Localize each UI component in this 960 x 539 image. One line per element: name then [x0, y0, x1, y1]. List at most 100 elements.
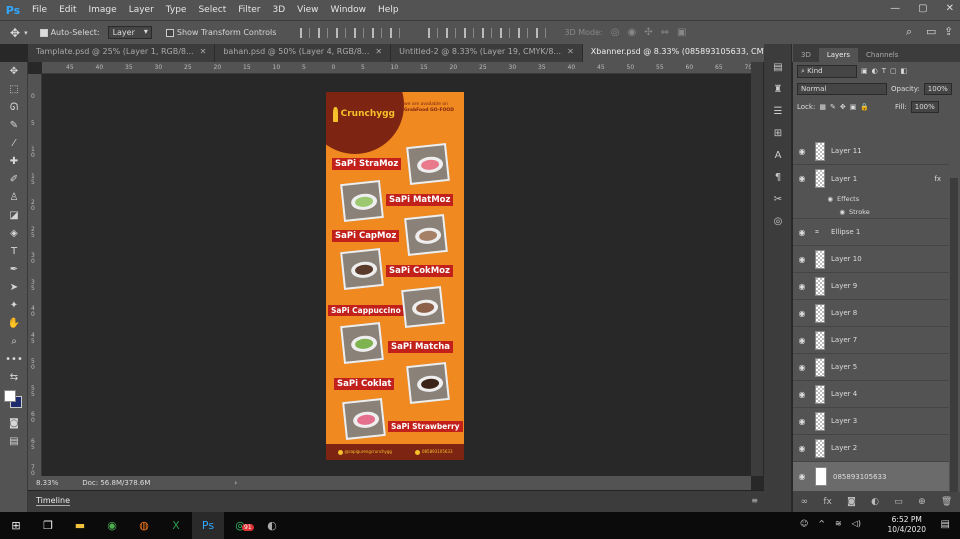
- tab-channels[interactable]: Channels: [858, 48, 906, 62]
- align-vcenter-icon[interactable]: [318, 27, 329, 38]
- filter-shape-icon[interactable]: ▢: [890, 67, 897, 75]
- layer-row[interactable]: ◉ Layer 9: [793, 273, 949, 300]
- opacity-field[interactable]: 100%: [923, 83, 952, 95]
- windows-start-icon[interactable]: ⊞: [0, 512, 32, 539]
- layer-row[interactable]: ◉ Layer 8: [793, 300, 949, 327]
- excel-icon[interactable]: X: [160, 512, 192, 539]
- menu-help[interactable]: Help: [372, 5, 405, 15]
- firefox-icon[interactable]: ◍: [128, 512, 160, 539]
- transform-checkbox[interactable]: [165, 28, 177, 37]
- visibility-eye-icon[interactable]: ◉: [793, 417, 811, 426]
- tab-3d[interactable]: 3D: [793, 48, 819, 62]
- layer-row[interactable]: ◉ Layer 5: [793, 354, 949, 381]
- distribute-left-icon[interactable]: [482, 27, 493, 38]
- pen-tool-icon[interactable]: ✒: [0, 260, 28, 278]
- menu-file[interactable]: File: [26, 5, 53, 15]
- kind-filter[interactable]: ⌕ Kind: [797, 64, 857, 78]
- 3d-pan-icon[interactable]: ✣: [644, 27, 652, 38]
- tab-bahan[interactable]: bahan.psd @ 50% (Layer 4, RGB/8... ✕: [215, 44, 392, 62]
- visibility-eye-icon[interactable]: ◉: [793, 309, 811, 318]
- lock-all-icon[interactable]: 🔒: [860, 103, 869, 111]
- status-arrow-icon[interactable]: ›: [234, 479, 237, 487]
- menu-layer[interactable]: Layer: [123, 5, 160, 15]
- close-tab-icon[interactable]: ✕: [200, 47, 207, 59]
- layer-row[interactable]: ◉ Layer 10: [793, 246, 949, 273]
- adjustment-layer-icon[interactable]: ◐: [871, 497, 879, 507]
- layer-row-selected[interactable]: ◉ 085893105633: [793, 462, 949, 492]
- menu-edit[interactable]: Edit: [53, 5, 82, 15]
- menu-window[interactable]: Window: [325, 5, 373, 15]
- auto-align-icon[interactable]: [536, 27, 547, 38]
- xbanner-artwork[interactable]: Crunchygg we are available on GrabFood G…: [326, 92, 464, 460]
- blend-mode-dropdown[interactable]: Normal: [797, 83, 887, 95]
- tab-tamplate[interactable]: Tamplate.psd @ 25% (Layer 1, RGB/8... ✕: [28, 44, 216, 62]
- action-center-icon[interactable]: ▤: [941, 519, 950, 530]
- add-style-icon[interactable]: fx: [823, 497, 832, 507]
- clone-stamp-tool-icon[interactable]: ♙: [0, 188, 28, 206]
- maximize-icon[interactable]: ▢: [918, 3, 927, 14]
- brush-tool-icon[interactable]: ✐: [0, 170, 28, 188]
- quick-mask-icon[interactable]: ◙: [0, 414, 28, 432]
- panel-menu-icon[interactable]: ≡: [751, 496, 758, 505]
- tab-layers[interactable]: Layers: [818, 48, 859, 62]
- auto-select-dropdown[interactable]: Layer: [107, 26, 152, 39]
- photoshop-taskbar-icon[interactable]: Ps: [192, 512, 224, 539]
- distribute-vcenter-icon[interactable]: [446, 27, 457, 38]
- lasso-tool-icon[interactable]: ᘏ: [0, 98, 28, 116]
- volume-icon[interactable]: ◁): [852, 519, 861, 528]
- filter-smart-icon[interactable]: ◧: [901, 67, 908, 75]
- new-group-icon[interactable]: ▭: [894, 497, 903, 507]
- visibility-eye-icon[interactable]: ◉: [793, 255, 811, 264]
- close-tab-icon[interactable]: ✕: [375, 47, 382, 59]
- menu-3d[interactable]: 3D: [267, 5, 292, 15]
- delete-layer-icon[interactable]: 🗑: [941, 497, 952, 507]
- brush-settings-icon[interactable]: ♜: [764, 78, 792, 100]
- foreground-color-swatch[interactable]: [4, 390, 16, 402]
- add-mask-icon[interactable]: ◙: [847, 497, 856, 507]
- filter-type-icon[interactable]: T: [882, 67, 886, 75]
- close-icon[interactable]: ✕: [946, 3, 954, 14]
- layer-row[interactable]: ◉ Layer 1 fx: [793, 165, 949, 192]
- workspace-icon[interactable]: ▭: [926, 25, 936, 38]
- distribute-right-icon[interactable]: [518, 27, 529, 38]
- layer-row[interactable]: ◉ Layer 4: [793, 381, 949, 408]
- layer-row[interactable]: ◉ ⌗ Ellipse 1: [793, 219, 949, 246]
- adjustments-icon[interactable]: ☰: [764, 100, 792, 122]
- eyedropper-tool-icon[interactable]: ⁄: [0, 134, 28, 152]
- distribute-top-icon[interactable]: [428, 27, 439, 38]
- people-icon[interactable]: ☺: [800, 519, 808, 528]
- shape-tool-icon[interactable]: ✦: [0, 296, 28, 314]
- menu-view[interactable]: View: [291, 5, 324, 15]
- stroke-effect-row[interactable]: ◉ Stroke: [793, 205, 949, 219]
- chrome-icon[interactable]: ◉: [96, 512, 128, 539]
- move-tool-icon[interactable]: ✥: [0, 62, 28, 80]
- link-layers-icon[interactable]: ∞: [801, 497, 809, 507]
- lock-position-icon[interactable]: ✥: [840, 103, 846, 111]
- visibility-eye-icon[interactable]: ◉: [793, 444, 811, 453]
- tray-chevron-icon[interactable]: ^: [818, 519, 825, 528]
- visibility-eye-icon[interactable]: ◉: [793, 282, 811, 291]
- lock-artboard-icon[interactable]: ▣: [850, 103, 857, 111]
- zoom-level[interactable]: 8.33%: [36, 479, 58, 487]
- visibility-eye-icon[interactable]: ◉: [793, 363, 811, 372]
- system-clock[interactable]: 6:52 PM 10/4/2020: [888, 515, 926, 535]
- visibility-eye-icon[interactable]: ◉: [793, 472, 811, 481]
- align-left-icon[interactable]: [354, 27, 365, 38]
- move-tool-icon[interactable]: ✥: [10, 26, 20, 40]
- hand-tool-icon[interactable]: ✋: [0, 314, 28, 332]
- 3d-slide-icon[interactable]: ⇔: [661, 27, 669, 38]
- tool-preset-chevron-icon[interactable]: ▾: [24, 29, 28, 37]
- layers-scrollbar[interactable]: [950, 178, 958, 496]
- visibility-eye-icon[interactable]: ◉: [793, 195, 833, 203]
- distribute-hcenter-icon[interactable]: [500, 27, 511, 38]
- zoom-tool-icon[interactable]: ⌕: [0, 332, 28, 350]
- properties-icon[interactable]: ⊞: [764, 122, 792, 144]
- 3d-roll-icon[interactable]: ◉: [627, 27, 636, 38]
- close-tab-icon[interactable]: ✕: [567, 47, 574, 59]
- visibility-eye-icon[interactable]: ◉: [793, 208, 845, 216]
- marquee-tool-icon[interactable]: ⬚: [0, 80, 28, 98]
- lock-transparency-icon[interactable]: ▦: [819, 103, 826, 111]
- tab-untitled-2[interactable]: Untitled-2 @ 8.33% (Layer 19, CMYK/8... ✕: [391, 44, 583, 62]
- layer-row[interactable]: ◉ Layer 3: [793, 408, 949, 435]
- path-select-tool-icon[interactable]: ➤: [0, 278, 28, 296]
